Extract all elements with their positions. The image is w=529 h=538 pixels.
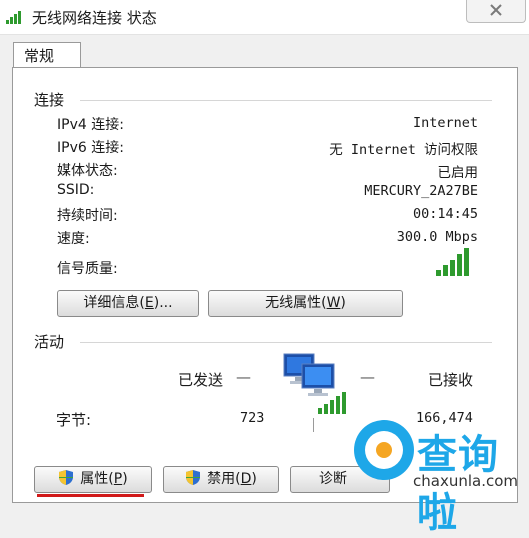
media-state-value: 已启用 — [437, 165, 479, 181]
tab-general[interactable]: 常规 — [13, 42, 81, 69]
window-title: 无线网络连接 状态 — [32, 9, 157, 27]
duration-value: 00:14:45 — [412, 206, 478, 222]
properties-button-suffix: ) — [122, 471, 128, 487]
details-button[interactable]: 详细信息(E)... — [57, 290, 199, 317]
duration-label: 持续时间: — [57, 208, 118, 224]
title-bar: 无线网络连接 状态 — [0, 0, 529, 35]
details-button-suffix: )... — [153, 295, 173, 311]
disable-button-key: D — [240, 471, 252, 487]
ipv6-label: IPv6 连接: — [57, 140, 124, 156]
ipv4-label: IPv4 连接: — [57, 117, 124, 133]
received-label: 已接收 — [428, 371, 474, 389]
shield-icon — [59, 470, 74, 485]
activity-divider — [80, 342, 492, 343]
sent-dash: — — [236, 368, 251, 386]
ssid-value: MERCURY_2A27BE — [364, 183, 478, 199]
ipv4-value: Internet — [412, 115, 478, 131]
wireless-properties-button[interactable]: 无线属性(W) — [208, 290, 403, 317]
network-computers-icon — [283, 353, 346, 414]
ipv6-value: 无 Internet 访问权限 — [329, 142, 478, 158]
diagnose-button-text: 诊断 — [319, 471, 347, 487]
sent-label: 已发送 — [178, 371, 224, 389]
close-button[interactable] — [466, 0, 526, 23]
shield-icon — [186, 470, 201, 485]
properties-button[interactable]: 属性(P) — [34, 466, 152, 493]
watermark-logo-icon — [354, 420, 414, 480]
ssid-label: SSID: — [57, 182, 95, 198]
red-underline-mark — [37, 494, 144, 497]
speed-value: 300.0 Mbps — [396, 229, 478, 245]
properties-button-text: 属性( — [80, 471, 114, 487]
received-dash: — — [360, 368, 375, 386]
tab-strip: 常规 — [0, 34, 529, 69]
signal-quality-label: 信号质量: — [57, 261, 118, 277]
activity-separator — [313, 418, 314, 432]
disable-button-text: 禁用( — [207, 471, 241, 487]
wireless-properties-key: W — [326, 295, 341, 311]
watermark-en: chaxunla.com — [413, 472, 518, 490]
wireless-properties-suffix: ) — [340, 295, 346, 311]
connection-divider — [80, 100, 492, 101]
speed-label: 速度: — [57, 231, 90, 247]
signal-bars-icon — [6, 11, 21, 24]
bytes-sent-value: 723 — [240, 410, 265, 426]
details-button-key: E — [144, 295, 154, 311]
wireless-properties-text: 无线属性( — [265, 295, 327, 311]
disable-button-suffix: ) — [251, 471, 257, 487]
activity-section-label: 活动 — [34, 333, 65, 351]
disable-button[interactable]: 禁用(D) — [163, 466, 279, 493]
connection-section-label: 连接 — [34, 91, 65, 109]
details-button-text: 详细信息( — [83, 295, 145, 311]
close-icon — [490, 4, 502, 16]
properties-button-key: P — [113, 471, 123, 487]
bytes-label: 字节: — [56, 411, 92, 429]
signal-quality-icon — [436, 248, 469, 276]
media-state-label: 媒体状态: — [57, 163, 118, 179]
